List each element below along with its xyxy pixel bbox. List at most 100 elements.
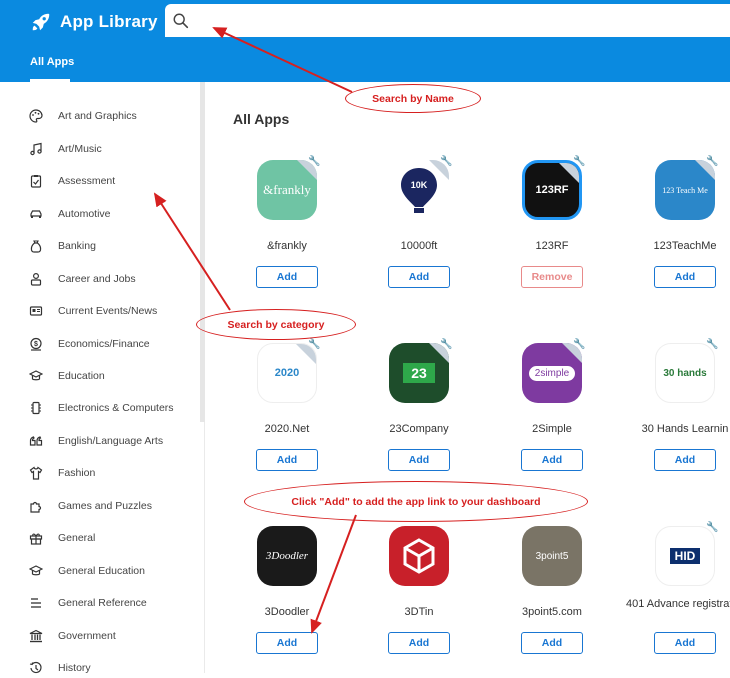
svg-text:$: $ <box>34 341 38 348</box>
add-app-button[interactable]: Add <box>388 449 450 471</box>
app-logo-icon[interactable]: 3point5 <box>522 526 582 586</box>
app-library-title[interactable]: App Library <box>10 6 165 38</box>
sidebar-item-games-and-puzzles[interactable]: Games and Puzzles <box>28 496 152 516</box>
sidebar-item-label: General Education <box>58 565 145 577</box>
chip-icon <box>28 400 44 416</box>
add-app-button[interactable]: Add <box>388 266 450 288</box>
add-app-button[interactable]: Add <box>388 632 450 654</box>
app-logo-icon[interactable]: 2simple <box>522 343 582 403</box>
add-app-button[interactable]: Add <box>521 632 583 654</box>
search-icon[interactable] <box>172 12 190 30</box>
app-logo-text: 2020 <box>274 367 300 379</box>
app-logo-icon[interactable]: 3Doodler <box>257 526 317 586</box>
app-logo-text: 3point5 <box>535 550 569 562</box>
newspaper-icon <box>28 303 44 319</box>
dollar-circle-icon: $ <box>28 336 44 352</box>
add-app-button[interactable]: Add <box>654 449 716 471</box>
app-logo-icon[interactable]: 30 hands <box>655 343 715 403</box>
add-app-button[interactable]: Add <box>256 632 318 654</box>
tab-all-apps[interactable]: All Apps <box>30 56 74 68</box>
app-name: &frankly <box>267 240 307 252</box>
add-app-button[interactable]: Add <box>521 449 583 471</box>
remove-app-button[interactable]: Remove <box>521 266 583 288</box>
add-app-button[interactable]: Add <box>654 266 716 288</box>
app-logo-text: 2simple <box>528 365 576 381</box>
sidebar-item-label: Current Events/News <box>58 305 158 317</box>
app-logo-icon[interactable]: 23 <box>389 343 449 403</box>
app-card-2020net: 2020 🔧 2020.Net Add <box>222 339 352 483</box>
app-logo-icon[interactable] <box>389 526 449 586</box>
sidebar-item-electronics-computers[interactable]: Electronics & Computers <box>28 398 174 418</box>
sidebar-item-history[interactable]: History <box>28 658 91 678</box>
gift-icon <box>28 530 44 546</box>
quote-icon <box>28 433 44 449</box>
sidebar-item-label: Career and Jobs <box>58 273 136 285</box>
app-logo-icon[interactable]: 10K <box>389 160 449 220</box>
sidebar-item-label: General Reference <box>58 597 147 609</box>
car-icon <box>28 206 44 222</box>
app-logo-icon[interactable]: HID <box>655 526 715 586</box>
sidebar-item-label: Economics/Finance <box>58 338 150 350</box>
app-name: 3point5.com <box>522 606 582 618</box>
wrench-icon: 🔧 <box>573 339 586 350</box>
app-name: 123TeachMe <box>653 240 717 252</box>
sidebar-item-banking[interactable]: Banking <box>28 236 96 256</box>
search-input[interactable] <box>165 4 730 37</box>
app-name: 30 Hands Learnin <box>641 423 729 435</box>
sidebar-item-art-and-graphics[interactable]: Art and Graphics <box>28 106 137 126</box>
rocket-icon <box>32 13 50 31</box>
app-card-frankly: &frankly 🔧 &frankly Add <box>222 156 352 300</box>
sidebar-item-art-music[interactable]: Art/Music <box>28 139 102 159</box>
sidebar-item-label: History <box>58 662 91 674</box>
sidebar-item-current-events-news[interactable]: Current Events/News <box>28 301 157 321</box>
app-logo-icon[interactable]: &frankly <box>257 160 317 220</box>
sidebar-item-general-education[interactable]: General Education <box>28 561 145 581</box>
app-logo-icon[interactable]: 123 Teach Me <box>655 160 715 220</box>
money-bag-icon <box>28 238 44 254</box>
app-logo-text: &frankly <box>263 182 311 197</box>
app-card-123rf: 123RF 🔧 123RF Remove <box>487 156 617 300</box>
sidebar-item-english-language-arts[interactable]: English/Language Arts <box>28 431 163 451</box>
sidebar-item-career-and-jobs[interactable]: Career and Jobs <box>28 269 136 289</box>
app-card-2simple: 2simple 🔧 2Simple Add <box>487 339 617 483</box>
app-name: 2Simple <box>532 423 572 435</box>
app-name: 23Company <box>389 423 449 435</box>
app-logo-icon[interactable]: 2020 <box>257 343 317 403</box>
history-icon <box>28 660 44 676</box>
app-name: 123RF <box>535 240 569 252</box>
sidebar-item-education[interactable]: Education <box>28 366 105 386</box>
app-card-23company: 23 🔧 23Company Add <box>354 339 484 483</box>
sidebar-item-economics-finance[interactable]: $ Economics/Finance <box>28 334 150 354</box>
app-logo-icon[interactable]: 123RF <box>522 160 582 220</box>
cube-icon <box>403 538 435 574</box>
sidebar-scrollbar[interactable] <box>200 82 205 422</box>
sidebar-item-general[interactable]: General <box>28 528 95 548</box>
clipboard-check-icon <box>28 173 44 189</box>
graduation-cap-icon <box>28 563 44 579</box>
sidebar-item-label: Government <box>58 630 116 642</box>
app-name: 401 Advance registrati... <box>625 598 730 610</box>
app-card-30hands: 30 hands 🔧 30 Hands Learnin Add <box>620 339 730 483</box>
sidebar-item-general-reference[interactable]: General Reference <box>28 593 147 613</box>
wrench-icon: 🔧 <box>706 339 719 350</box>
sidebar-item-government[interactable]: Government <box>28 626 116 646</box>
wrench-icon: 🔧 <box>706 522 719 533</box>
wrench-icon: 🔧 <box>706 156 719 167</box>
sidebar-item-automotive[interactable]: Automotive <box>28 204 111 224</box>
add-app-button[interactable]: Add <box>256 449 318 471</box>
sidebar-item-label: Games and Puzzles <box>58 500 152 512</box>
wrench-icon: 🔧 <box>573 156 586 167</box>
shirt-icon <box>28 465 44 481</box>
callout-search-by-category: Search by category <box>196 309 356 340</box>
app-name: 10000ft <box>400 240 438 252</box>
wrench-icon: 🔧 <box>440 156 453 167</box>
app-header: App Library All Apps <box>0 0 730 82</box>
app-card-3point5: 3point5 3point5.com Add <box>487 526 617 666</box>
person-briefcase-icon <box>28 271 44 287</box>
sidebar-item-label: General <box>58 532 96 544</box>
sidebar-item-fashion[interactable]: Fashion <box>28 463 95 483</box>
add-app-button[interactable]: Add <box>256 266 318 288</box>
sidebar-item-assessment[interactable]: Assessment <box>28 171 115 191</box>
add-app-button[interactable]: Add <box>654 632 716 654</box>
sidebar-item-label: Art and Graphics <box>58 110 137 122</box>
